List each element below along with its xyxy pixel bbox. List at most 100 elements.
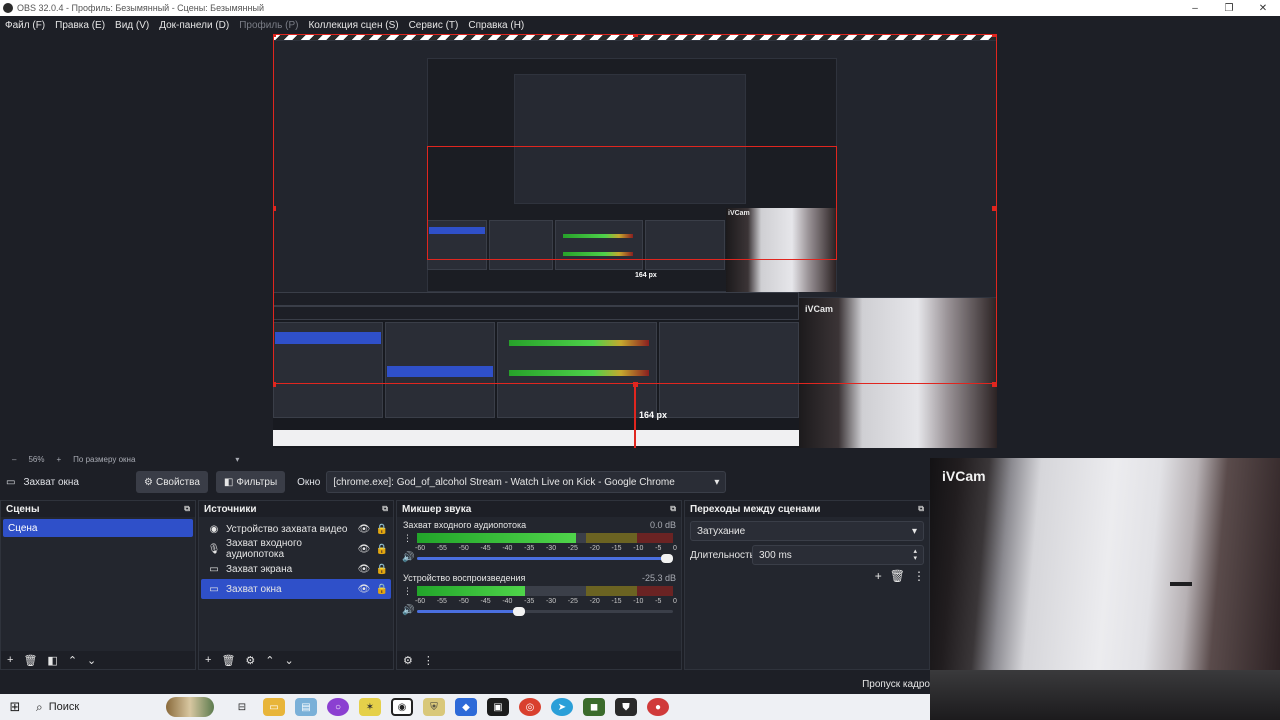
- gear-icon[interactable]: ⚙: [245, 654, 255, 667]
- duration-spinbox[interactable]: 300 ms ▴ ▾: [752, 545, 924, 565]
- app-icon-circle[interactable]: ○: [327, 698, 349, 716]
- eye-icon[interactable]: 👁: [355, 524, 373, 535]
- taskbar-search[interactable]: ⌕ Поиск: [36, 700, 166, 715]
- speaker-icon[interactable]: 🔊: [402, 605, 414, 616]
- speaker-icon[interactable]: 🔊: [402, 552, 414, 563]
- transition-type-select[interactable]: Затухание ▾: [690, 521, 924, 541]
- volume-slider[interactable]: [417, 554, 673, 563]
- resize-handle-l[interactable]: [273, 206, 276, 211]
- filter-icon[interactable]: ◧: [47, 654, 57, 667]
- eye-icon[interactable]: 👁: [355, 584, 373, 595]
- source-row[interactable]: 🎙 Захват входного аудиопотока 👁 🔒: [201, 538, 391, 560]
- preview-area[interactable]: iVCam 164 px iVCam 164 px: [0, 34, 1280, 452]
- eye-icon[interactable]: 👁: [355, 544, 373, 555]
- undock-icon[interactable]: ⧉: [918, 504, 924, 514]
- zoom-out-button[interactable]: –: [12, 455, 16, 464]
- undock-icon[interactable]: ⧉: [184, 504, 190, 514]
- window-capture-source[interactable]: iVCam 164 px iVCam 164 px: [273, 34, 997, 448]
- minimize-button[interactable]: –: [1178, 3, 1212, 14]
- obs-taskbar-icon[interactable]: ◉: [391, 698, 413, 716]
- mixer-menu-icon[interactable]: ⋮: [423, 654, 434, 667]
- selected-source-name: Захват окна: [23, 476, 79, 488]
- channel-menu-icon[interactable]: ⋮: [403, 586, 412, 597]
- window-select[interactable]: [chrome.exe]: God_of_alcohol Stream - Wa…: [326, 471, 727, 493]
- meter-tick-label: -25: [567, 598, 578, 605]
- spin-arrows-icon[interactable]: ▴ ▾: [913, 548, 917, 562]
- level-meter-fill: [417, 586, 525, 596]
- weather-widget-icon[interactable]: [166, 697, 214, 717]
- eye-icon[interactable]: 👁: [355, 564, 373, 575]
- telegram-icon[interactable]: ➤: [551, 698, 573, 716]
- menu-tools[interactable]: Сервис (T): [409, 20, 459, 31]
- resize-handle-b[interactable]: [633, 382, 638, 387]
- sources-title: Источники: [204, 503, 257, 515]
- source-row-selected[interactable]: ▭ Захват окна 👁 🔒: [201, 579, 391, 599]
- meter-tick-label: -10: [633, 598, 644, 605]
- lock-icon[interactable]: 🔒: [373, 544, 391, 555]
- trash-icon[interactable]: 🗑: [23, 654, 37, 667]
- app-icon-ticket[interactable]: ▤: [295, 698, 317, 716]
- lock-icon[interactable]: 🔒: [373, 564, 391, 575]
- filters-button[interactable]: ◧ Фильтры: [215, 471, 286, 493]
- resize-handle-r[interactable]: [992, 206, 997, 211]
- meter-tick-label: 0: [673, 598, 677, 605]
- undock-icon[interactable]: ⧉: [670, 504, 676, 514]
- chevron-down-icon[interactable]: ▾: [235, 455, 239, 464]
- maximize-button[interactable]: ❐: [1212, 3, 1246, 14]
- arrow-down-icon[interactable]: ⌄: [87, 654, 96, 667]
- window-icon: ▭: [6, 476, 16, 488]
- arrow-down-icon[interactable]: ⌄: [285, 654, 294, 667]
- trash-icon[interactable]: 🗑: [221, 654, 235, 667]
- add-icon[interactable]: +: [875, 569, 882, 583]
- menu-file[interactable]: Файл (F): [5, 20, 45, 31]
- app-icon-dark[interactable]: ▣: [487, 698, 509, 716]
- task-view-icon[interactable]: ⊟: [231, 698, 253, 716]
- source-name: Захват экрана: [226, 563, 293, 575]
- trash-icon[interactable]: 🗑: [890, 569, 905, 583]
- menu-edit[interactable]: Правка (E): [55, 20, 105, 31]
- source-row[interactable]: ◉ Устройство захвата видео 👁 🔒: [201, 519, 391, 539]
- app-icon-star[interactable]: ✶: [359, 698, 381, 716]
- app-icon-blue[interactable]: ◆: [455, 698, 477, 716]
- microphone-icon: 🎙: [207, 543, 221, 555]
- volume-slider[interactable]: [417, 607, 673, 616]
- menu-docks[interactable]: Док-панели (D): [159, 20, 229, 31]
- channel-menu-icon[interactable]: ⋮: [403, 533, 412, 544]
- lock-icon[interactable]: 🔒: [373, 524, 391, 535]
- menu-help[interactable]: Справка (H): [468, 20, 524, 31]
- app-icon-emblem[interactable]: ⛊: [615, 698, 637, 716]
- scene-item[interactable]: Сцена: [3, 519, 193, 537]
- menu-view[interactable]: Вид (V): [115, 20, 149, 31]
- properties-button[interactable]: ⚙ Свойства: [136, 471, 208, 493]
- resize-handle-t[interactable]: [633, 34, 638, 37]
- advanced-audio-icon[interactable]: ⚙: [403, 654, 413, 667]
- close-button[interactable]: ✕: [1246, 3, 1280, 14]
- meter-tick-label: -20: [589, 598, 600, 605]
- app-icon-red[interactable]: ●: [647, 698, 669, 716]
- resize-handle-tr[interactable]: [992, 34, 997, 37]
- add-icon[interactable]: +: [205, 654, 211, 666]
- undock-icon[interactable]: ⧉: [382, 504, 388, 514]
- add-icon[interactable]: +: [7, 654, 13, 666]
- lock-icon[interactable]: 🔒: [373, 584, 391, 595]
- meter-tick-label: -35: [524, 545, 535, 552]
- volume-slider-knob[interactable]: [512, 607, 525, 616]
- volume-slider-knob[interactable]: [661, 554, 673, 563]
- zoom-in-button[interactable]: +: [56, 455, 61, 464]
- chrome-icon[interactable]: ◎: [519, 698, 541, 716]
- resize-handle-br[interactable]: [992, 382, 997, 387]
- arrow-up-icon[interactable]: ⌃: [265, 654, 274, 667]
- more-icon[interactable]: ⋮: [913, 569, 925, 583]
- file-explorer-icon[interactable]: ▭: [263, 698, 285, 716]
- arrow-up-icon[interactable]: ⌃: [68, 654, 77, 667]
- resize-handle-bl[interactable]: [273, 382, 276, 387]
- windows-start-icon[interactable]: ⊞: [0, 699, 30, 715]
- app-icon-shield[interactable]: ⛨: [423, 698, 445, 716]
- scenes-list: Сцена: [1, 517, 195, 651]
- zoom-mode-select[interactable]: По размеру окна: [73, 455, 135, 464]
- app-icon-cube[interactable]: ◼: [583, 698, 605, 716]
- source-row[interactable]: ▭ Захват экрана 👁 🔒: [201, 559, 391, 579]
- resize-handle-tl[interactable]: [273, 34, 276, 37]
- meter-tick-label: -55: [436, 598, 447, 605]
- menu-scene-collection[interactable]: Коллекция сцен (S): [308, 20, 398, 31]
